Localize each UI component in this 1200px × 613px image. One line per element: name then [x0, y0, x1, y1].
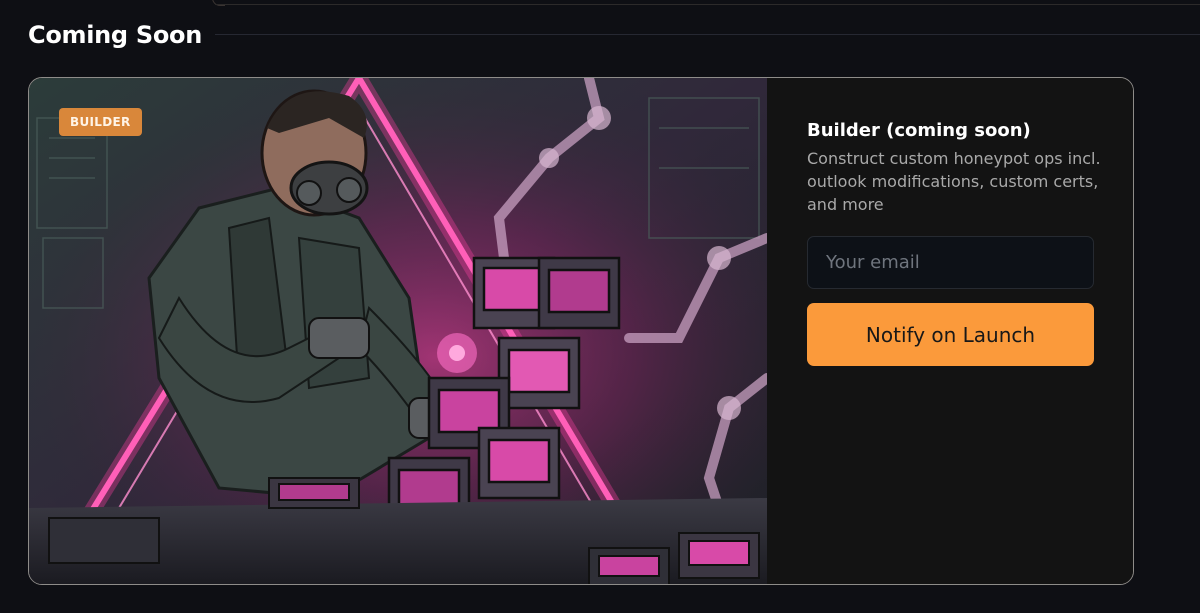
notify-button[interactable]: Notify on Launch	[807, 303, 1094, 366]
signup-panel: Builder (coming soon) Construct custom h…	[767, 78, 1133, 584]
card-title: Builder (coming soon)	[807, 120, 1031, 141]
top-corner	[212, 0, 225, 6]
builder-card: BUILDER Builder (coming soon) Construct …	[28, 77, 1134, 585]
top-line	[215, 4, 1200, 5]
section-header: Coming Soon	[28, 18, 202, 52]
illustration-svg	[29, 78, 767, 584]
email-input[interactable]	[807, 236, 1094, 289]
builder-illustration: BUILDER	[29, 78, 767, 584]
builder-badge: BUILDER	[59, 108, 142, 136]
top-divider	[0, 0, 1200, 8]
section-rule	[215, 34, 1200, 35]
card-description: Construct custom honeypot ops incl. outl…	[807, 149, 1101, 214]
section-title: Coming Soon	[28, 21, 203, 49]
